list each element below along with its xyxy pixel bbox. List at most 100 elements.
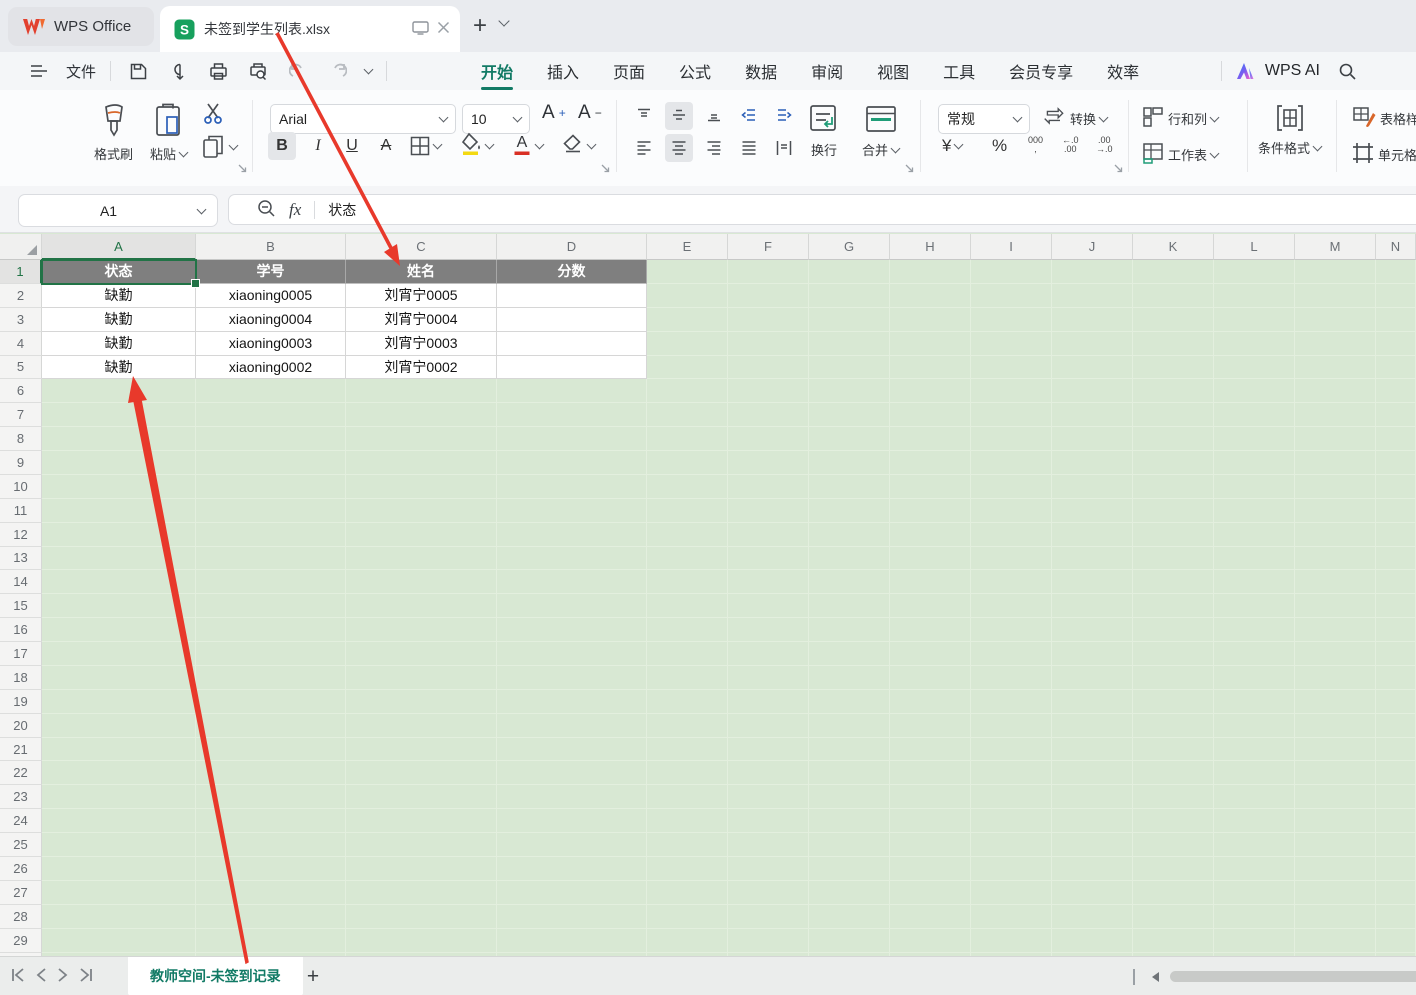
cell-L18[interactable] bbox=[1214, 666, 1295, 690]
cell-D8[interactable] bbox=[497, 427, 647, 451]
cell-M7[interactable] bbox=[1295, 403, 1376, 427]
cell-A28[interactable] bbox=[42, 905, 196, 929]
cell-N4[interactable] bbox=[1376, 332, 1416, 356]
cell-J7[interactable] bbox=[1052, 403, 1133, 427]
cell-B22[interactable] bbox=[196, 761, 346, 785]
print-icon[interactable] bbox=[205, 58, 231, 84]
ribbon-tab-开始[interactable]: 开始 bbox=[481, 53, 513, 89]
cell-K14[interactable] bbox=[1133, 570, 1214, 594]
row-header-14[interactable]: 14 bbox=[0, 570, 42, 594]
cell-H10[interactable] bbox=[890, 475, 971, 499]
cell-F11[interactable] bbox=[728, 499, 809, 523]
last-sheet-icon[interactable] bbox=[78, 968, 94, 985]
cell-B1[interactable]: 学号 bbox=[196, 260, 346, 284]
cell-H27[interactable] bbox=[890, 881, 971, 905]
cell-D6[interactable] bbox=[497, 379, 647, 403]
cell-N2[interactable] bbox=[1376, 284, 1416, 308]
cell-G14[interactable] bbox=[809, 570, 890, 594]
cell-B14[interactable] bbox=[196, 570, 346, 594]
cell-C26[interactable] bbox=[346, 857, 497, 881]
table-style-button[interactable]: 表格样式 bbox=[1352, 106, 1416, 131]
cell-B13[interactable] bbox=[196, 547, 346, 571]
cell-J28[interactable] bbox=[1052, 905, 1133, 929]
cell-K16[interactable] bbox=[1133, 618, 1214, 642]
column-header-E[interactable]: E bbox=[647, 234, 728, 260]
row-header-11[interactable]: 11 bbox=[0, 499, 42, 523]
cell-G2[interactable] bbox=[809, 284, 890, 308]
cell-E14[interactable] bbox=[647, 570, 728, 594]
cell-A25[interactable] bbox=[42, 833, 196, 857]
cell-E29[interactable] bbox=[647, 929, 728, 953]
cell-N6[interactable] bbox=[1376, 379, 1416, 403]
cell-C25[interactable] bbox=[346, 833, 497, 857]
cell-H8[interactable] bbox=[890, 427, 971, 451]
cell-K29[interactable] bbox=[1133, 929, 1214, 953]
cell-D7[interactable] bbox=[497, 403, 647, 427]
column-header-L[interactable]: L bbox=[1214, 234, 1295, 260]
cell-H22[interactable] bbox=[890, 761, 971, 785]
column-header-M[interactable]: M bbox=[1295, 234, 1376, 260]
cell-K21[interactable] bbox=[1133, 738, 1214, 762]
cell-I29[interactable] bbox=[971, 929, 1052, 953]
cell-L24[interactable] bbox=[1214, 809, 1295, 833]
cell-A6[interactable] bbox=[42, 379, 196, 403]
row-header-20[interactable]: 20 bbox=[0, 714, 42, 738]
horizontal-scrollbar-thumb[interactable] bbox=[1170, 971, 1416, 982]
cell-A19[interactable] bbox=[42, 690, 196, 714]
cell-C6[interactable] bbox=[346, 379, 497, 403]
cell-C28[interactable] bbox=[346, 905, 497, 929]
cell-N19[interactable] bbox=[1376, 690, 1416, 714]
cell-N18[interactable] bbox=[1376, 666, 1416, 690]
cell-F28[interactable] bbox=[728, 905, 809, 929]
cell-A14[interactable] bbox=[42, 570, 196, 594]
cell-I25[interactable] bbox=[971, 833, 1052, 857]
cell-B8[interactable] bbox=[196, 427, 346, 451]
cell-G16[interactable] bbox=[809, 618, 890, 642]
cell-F25[interactable] bbox=[728, 833, 809, 857]
underline-button[interactable]: U bbox=[338, 132, 366, 160]
conditional-format-button[interactable]: 条件格式 bbox=[1258, 103, 1321, 157]
cell-I13[interactable] bbox=[971, 547, 1052, 571]
cell-E9[interactable] bbox=[647, 451, 728, 475]
align-middle-button[interactable] bbox=[665, 102, 693, 130]
cell-M21[interactable] bbox=[1295, 738, 1376, 762]
rows-columns-button[interactable]: 行和列 bbox=[1142, 106, 1218, 131]
cell-F21[interactable] bbox=[728, 738, 809, 762]
cell-L22[interactable] bbox=[1214, 761, 1295, 785]
cell-L21[interactable] bbox=[1214, 738, 1295, 762]
cell-B2[interactable]: xiaoning0005 bbox=[196, 284, 346, 308]
cell-G3[interactable] bbox=[809, 308, 890, 332]
cell-C17[interactable] bbox=[346, 642, 497, 666]
cell-M17[interactable] bbox=[1295, 642, 1376, 666]
convert-button[interactable]: 转换 bbox=[1042, 106, 1107, 131]
cell-L13[interactable] bbox=[1214, 547, 1295, 571]
cell-D21[interactable] bbox=[497, 738, 647, 762]
cell-L9[interactable] bbox=[1214, 451, 1295, 475]
cell-L28[interactable] bbox=[1214, 905, 1295, 929]
cell-H25[interactable] bbox=[890, 833, 971, 857]
wps-home-button[interactable]: WPS Office bbox=[8, 7, 154, 46]
cell-D29[interactable] bbox=[497, 929, 647, 953]
cell-A16[interactable] bbox=[42, 618, 196, 642]
cell-G21[interactable] bbox=[809, 738, 890, 762]
column-header-I[interactable]: I bbox=[971, 234, 1052, 260]
selection-fill-handle[interactable] bbox=[191, 279, 200, 288]
row-header-8[interactable]: 8 bbox=[0, 427, 42, 451]
thousands-format-button[interactable]: 000 , bbox=[1028, 136, 1043, 154]
column-header-G[interactable]: G bbox=[809, 234, 890, 260]
cell-F4[interactable] bbox=[728, 332, 809, 356]
cell-G8[interactable] bbox=[809, 427, 890, 451]
cell-E17[interactable] bbox=[647, 642, 728, 666]
cell-I12[interactable] bbox=[971, 523, 1052, 547]
cell-G15[interactable] bbox=[809, 594, 890, 618]
cell-I6[interactable] bbox=[971, 379, 1052, 403]
cell-F7[interactable] bbox=[728, 403, 809, 427]
fill-color-button[interactable] bbox=[460, 132, 493, 159]
cell-A1[interactable]: 状态 bbox=[42, 260, 196, 284]
cell-J22[interactable] bbox=[1052, 761, 1133, 785]
cell-C21[interactable] bbox=[346, 738, 497, 762]
cell-J25[interactable] bbox=[1052, 833, 1133, 857]
cell-K1[interactable] bbox=[1133, 260, 1214, 284]
cell-G24[interactable] bbox=[809, 809, 890, 833]
cell-A17[interactable] bbox=[42, 642, 196, 666]
